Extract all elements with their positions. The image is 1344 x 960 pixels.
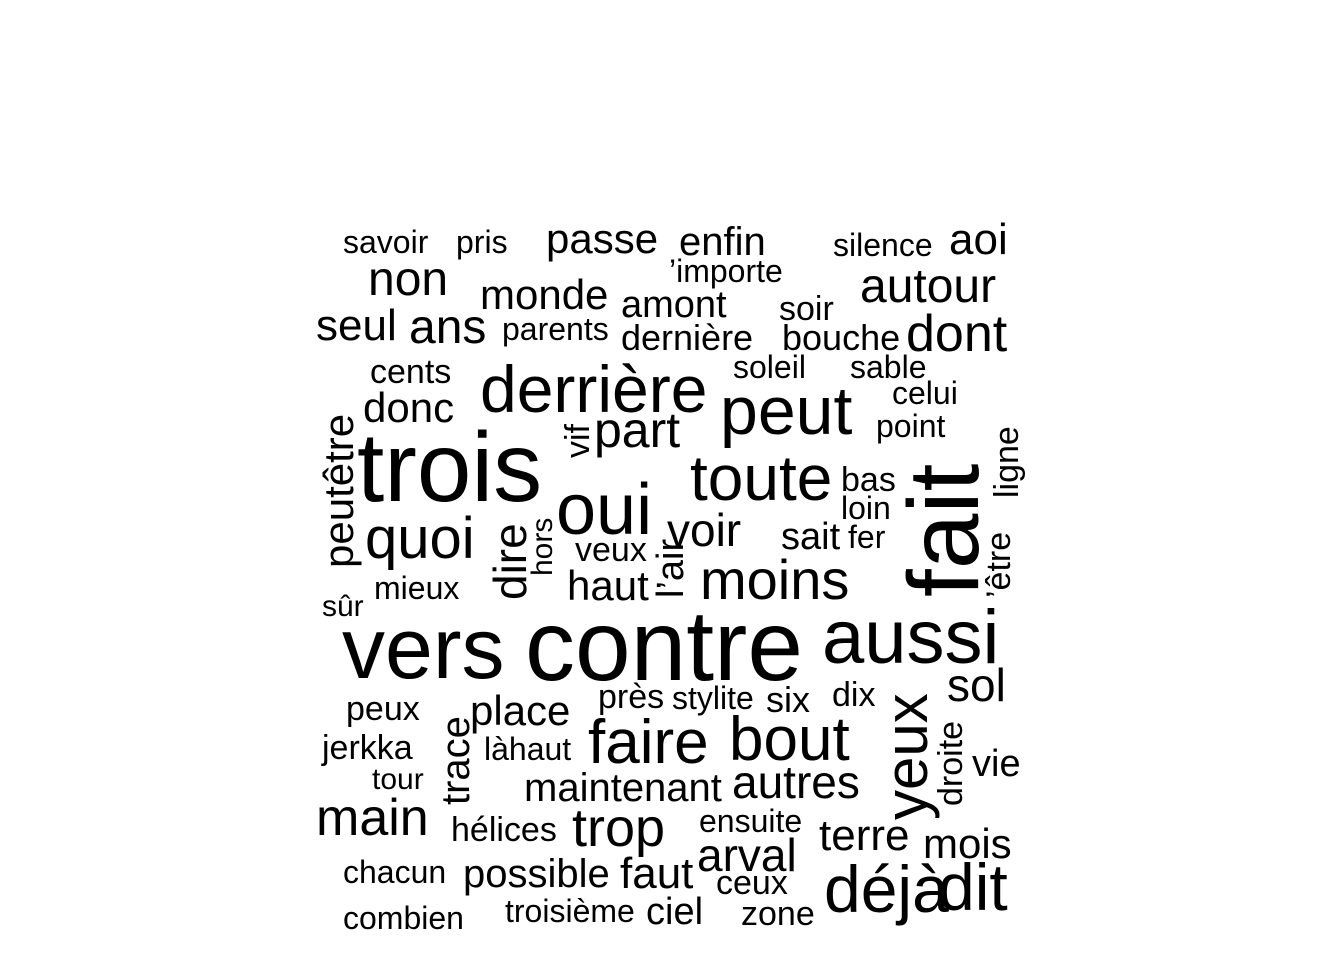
word-autres: autres: [732, 756, 860, 808]
word-lahaut: làhaut: [484, 731, 572, 767]
word-yeux: yeux: [873, 693, 940, 820]
word-peutetre: peutêtre: [315, 413, 362, 568]
word-etre: ’être: [980, 531, 1018, 598]
word-troisieme: troisième: [505, 893, 635, 929]
word-trop: trop: [572, 798, 666, 858]
word-hors: hors: [526, 517, 559, 576]
word-celui: celui: [892, 375, 958, 411]
word-vif: vif: [559, 424, 597, 458]
word-dit: dit: [938, 850, 1008, 924]
word-faire: faire: [588, 708, 709, 777]
word-toute: toute: [690, 442, 833, 514]
word-quoi: quoi: [365, 506, 475, 571]
word-helices: hélices: [451, 811, 557, 849]
word-part: part: [594, 402, 681, 458]
word-vers: vers: [342, 601, 505, 697]
word-droite: droite: [932, 720, 970, 806]
word-peut: peut: [720, 373, 853, 449]
word-cloud: savoir pris passe enfin silence aoi ’imp…: [0, 0, 1344, 960]
word-aoi: aoi: [949, 215, 1008, 264]
word-seul: seul: [316, 301, 397, 350]
word-mieux: mieux: [374, 570, 460, 606]
word-possible: possible: [463, 852, 610, 896]
word-silence: silence: [833, 227, 933, 263]
word-fer: fer: [848, 519, 886, 555]
word-ciel: ciel: [646, 891, 704, 933]
word-trois: trois: [357, 412, 543, 522]
word-sol: sol: [947, 659, 1006, 711]
word-monde: monde: [480, 271, 609, 318]
word-passe: passe: [546, 215, 659, 262]
word-place: place: [470, 687, 571, 734]
word-importe: ’importe: [669, 253, 783, 289]
word-zone: zone: [741, 895, 815, 933]
word-faut: faut: [620, 849, 694, 898]
word-peux: peux: [346, 690, 420, 728]
word-parents: parents: [502, 311, 609, 347]
word-chacun: chacun: [343, 854, 447, 890]
word-jerkka: jerkka: [322, 729, 413, 767]
word-ans: ans: [409, 301, 487, 354]
word-vie: vie: [972, 743, 1021, 785]
word-combien: combien: [343, 900, 464, 936]
word-point: point: [876, 408, 946, 444]
word-non: non: [368, 253, 449, 306]
word-main: main: [316, 789, 429, 847]
word-deja: déjà: [824, 852, 949, 926]
word-fait: fait: [888, 463, 1000, 597]
word-pris: pris: [456, 224, 508, 260]
word-autour: autour: [860, 260, 997, 313]
word-trace: trace: [434, 716, 478, 805]
